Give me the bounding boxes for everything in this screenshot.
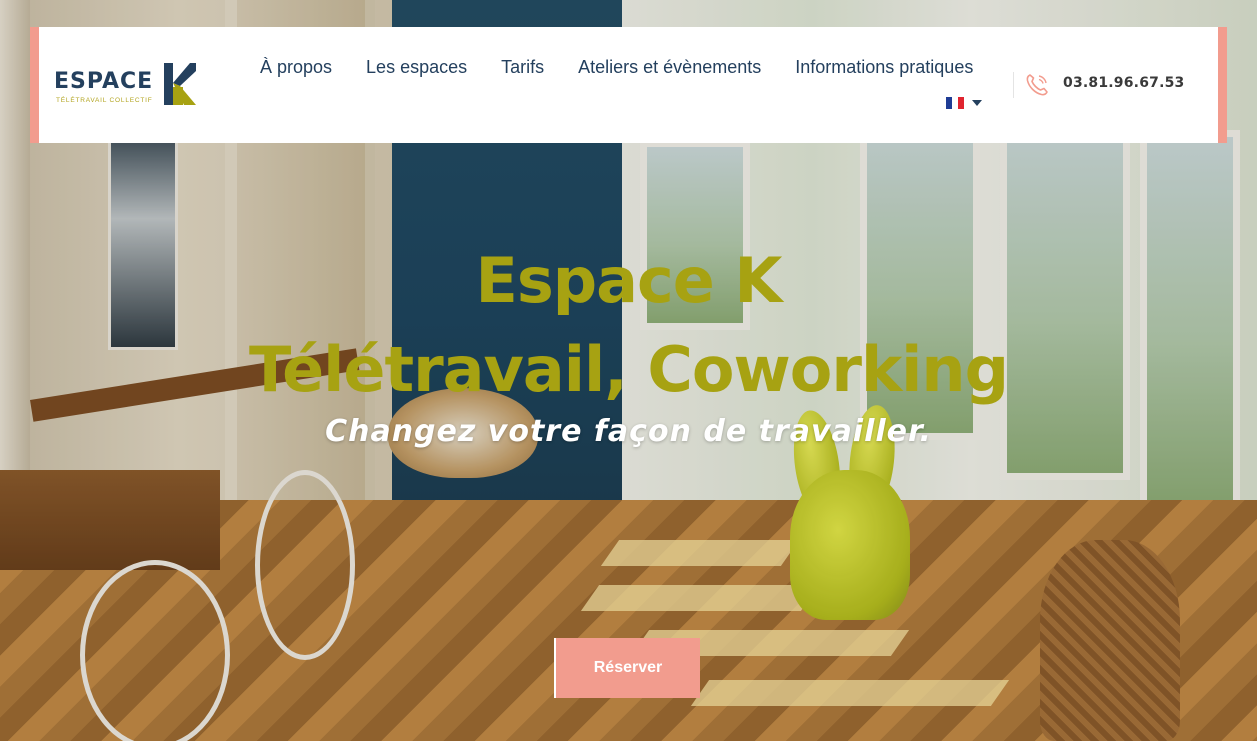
hero-title-line-2: Télétravail, Coworking bbox=[249, 333, 1009, 406]
reserve-button[interactable]: Réserver bbox=[554, 638, 700, 698]
french-flag-icon bbox=[946, 97, 964, 109]
logo-k-mark bbox=[164, 63, 196, 105]
logo-tagline: TÉLÉTRAVAIL COLLECTIF bbox=[56, 97, 153, 104]
site-header: ESPACE TÉLÉTRAVAIL COLLECTIF À propos Le… bbox=[30, 27, 1227, 143]
logo[interactable]: ESPACE TÉLÉTRAVAIL COLLECTIF bbox=[54, 59, 196, 111]
nav-item-informations-pratiques[interactable]: Informations pratiques bbox=[778, 57, 990, 78]
phone-icon bbox=[1026, 74, 1048, 96]
phone-number-link[interactable]: 03.81.96.67.53 bbox=[1063, 75, 1185, 91]
logo-wordmark: ESPACE bbox=[54, 69, 154, 94]
nav-item-les-espaces[interactable]: Les espaces bbox=[349, 57, 484, 78]
nav-item-tarifs[interactable]: Tarifs bbox=[484, 57, 561, 78]
hero-title-line-1: Espace K bbox=[475, 244, 783, 317]
header-divider bbox=[1013, 72, 1014, 98]
caret-down-icon bbox=[972, 100, 982, 106]
nav-item-ateliers[interactable]: Ateliers et évènements bbox=[561, 57, 778, 78]
main-nav: À propos Les espaces Tarifs Ateliers et … bbox=[243, 57, 990, 78]
hero-subtitle: Changez votre façon de travailler. bbox=[325, 414, 932, 449]
language-switcher[interactable] bbox=[946, 97, 982, 109]
nav-item-a-propos[interactable]: À propos bbox=[243, 57, 349, 78]
